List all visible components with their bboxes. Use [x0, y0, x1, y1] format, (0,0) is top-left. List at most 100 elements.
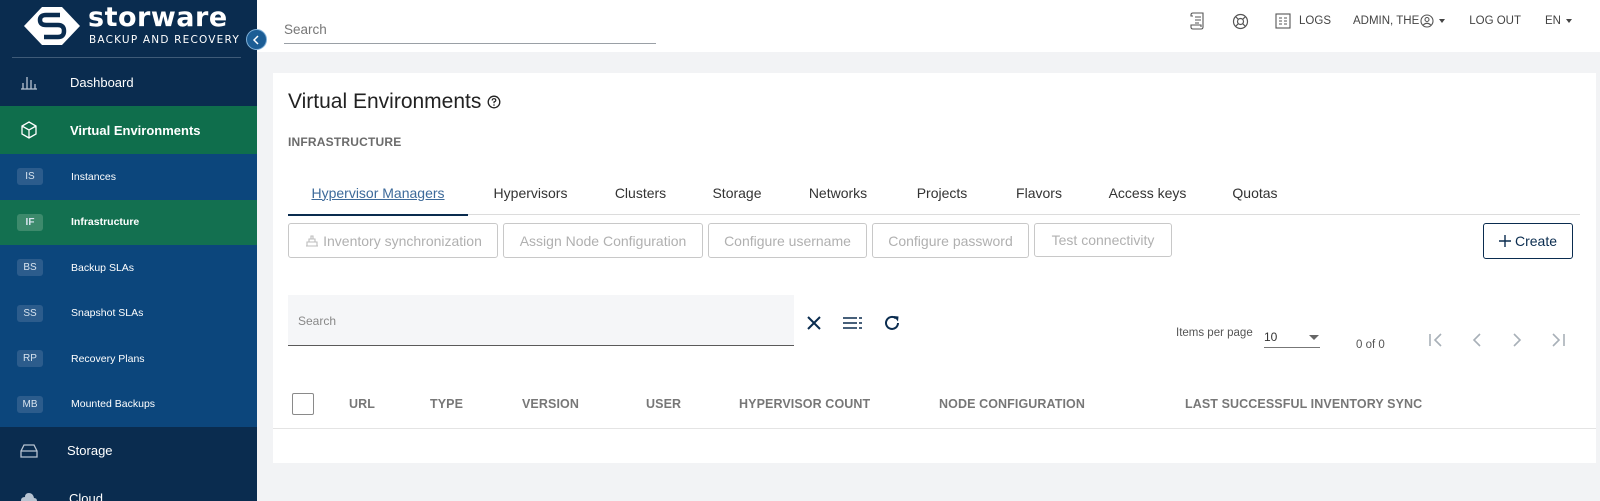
table-header-row: URL TYPE VERSION USER HYPERVISOR COUNT N…	[273, 378, 1596, 429]
first-page-icon[interactable]	[1427, 330, 1447, 350]
table-search-input[interactable]: Search	[288, 295, 794, 346]
next-page-icon[interactable]	[1507, 330, 1527, 350]
sidebar-item-label: Storage	[67, 443, 113, 458]
brand-logo[interactable]: storware BACKUP AND RECOVERY	[0, 0, 257, 58]
language-menu[interactable]: EN	[1545, 15, 1572, 27]
chevron-down-icon	[1566, 19, 1572, 23]
refresh-icon[interactable]	[882, 313, 902, 333]
lifebuoy-icon[interactable]	[1232, 13, 1249, 30]
items-per-page-select[interactable]: 10	[1264, 330, 1320, 348]
sub-item-label: Infrastructure	[71, 216, 140, 229]
sidebar-subitem-instances[interactable]: IS Instances	[0, 154, 257, 200]
logout-label: LOG OUT	[1469, 15, 1522, 27]
tab-clusters[interactable]: Clusters	[593, 170, 688, 215]
scroll-document-icon[interactable]	[1190, 12, 1206, 30]
top-bar: Search LOGS ADMIN, THE LOG OUT EN	[257, 0, 1600, 52]
sub-item-label: Recovery Plans	[71, 352, 145, 365]
sync-icon	[306, 234, 319, 247]
logs-icon	[1275, 13, 1291, 29]
dropdown-arrow-icon	[1309, 335, 1319, 340]
sidebar: storware BACKUP AND RECOVERY Dashboard V…	[0, 0, 257, 501]
tab-quotas[interactable]: Quotas	[1211, 170, 1299, 215]
breadcrumb: INFRASTRUCTURE	[288, 135, 402, 149]
sidebar-item-virtual-environments[interactable]: Virtual Environments	[0, 106, 257, 154]
user-menu[interactable]: ADMIN, THE	[1353, 14, 1446, 28]
tab-access-keys[interactable]: Access keys	[1084, 170, 1211, 215]
sidebar-subitem-mounted-backups[interactable]: MB Mounted Backups	[0, 381, 257, 427]
global-search-input[interactable]: Search	[284, 17, 656, 44]
tab-flavors[interactable]: Flavors	[994, 170, 1084, 215]
page-title-text: Virtual Environments	[288, 90, 482, 113]
hard-drive-icon	[18, 440, 40, 462]
tab-storage[interactable]: Storage	[688, 170, 786, 215]
sidebar-item-label: Dashboard	[70, 74, 134, 90]
sub-item-label: Instances	[71, 170, 116, 183]
language-label: EN	[1545, 15, 1561, 27]
sub-item-abbr: IS	[17, 168, 43, 186]
bar-chart-icon	[18, 71, 40, 93]
items-per-page-value: 10	[1264, 330, 1278, 344]
tab-hypervisors[interactable]: Hypervisors	[468, 170, 593, 215]
logout-link[interactable]: LOG OUT	[1469, 15, 1521, 27]
column-header-version[interactable]: VERSION	[522, 397, 579, 411]
previous-page-icon[interactable]	[1467, 330, 1487, 350]
clear-search-icon[interactable]	[804, 313, 824, 333]
sub-item-abbr: MB	[17, 395, 43, 413]
chevron-left-icon	[252, 34, 259, 45]
cloud-icon	[18, 487, 40, 501]
items-per-page-label: Items per page	[1176, 327, 1253, 339]
sidebar-item-dashboard[interactable]: Dashboard	[0, 58, 257, 106]
column-header-url[interactable]: URL	[349, 397, 375, 411]
column-header-type[interactable]: TYPE	[430, 397, 463, 411]
page-title: Virtual Environments	[288, 90, 501, 114]
user-circle-icon	[1420, 14, 1434, 28]
brand-tagline: BACKUP AND RECOVERY	[89, 34, 240, 46]
sidebar-subitem-infrastructure[interactable]: IF Infrastructure	[0, 199, 257, 245]
main-card: Virtual Environments INFRASTRUCTURE Hype…	[273, 73, 1596, 463]
inventory-sync-button[interactable]: Inventory synchronization	[288, 223, 498, 258]
cube-icon	[18, 119, 40, 141]
column-header-node-configuration[interactable]: NODE CONFIGURATION	[939, 397, 1085, 411]
user-label: ADMIN, THE	[1353, 15, 1420, 27]
create-button[interactable]: Create	[1483, 223, 1573, 259]
tab-networks[interactable]: Networks	[786, 170, 890, 215]
sidebar-item-label: Cloud	[69, 490, 103, 501]
inventory-sync-label: Inventory synchronization	[323, 232, 482, 249]
test-connectivity-button[interactable]: Test connectivity	[1034, 223, 1172, 257]
column-header-user[interactable]: USER	[646, 397, 681, 411]
logs-link[interactable]: LOGS	[1275, 13, 1331, 29]
plus-icon	[1498, 235, 1511, 247]
sub-item-abbr: SS	[17, 304, 43, 322]
sub-item-abbr: BS	[17, 259, 43, 277]
storware-logo-icon	[24, 7, 80, 45]
sub-item-label: Mounted Backups	[71, 398, 156, 411]
sidebar-item-storage[interactable]: Storage	[0, 427, 257, 474]
sidebar-item-cloud[interactable]: Cloud	[0, 474, 257, 501]
pagination-range: 0 of 0	[1356, 339, 1385, 351]
tab-projects[interactable]: Projects	[890, 170, 994, 215]
sub-item-abbr: RP	[17, 350, 43, 368]
select-all-checkbox[interactable]	[292, 393, 314, 415]
column-header-hypervisor-count[interactable]: HYPERVISOR COUNT	[739, 397, 870, 411]
last-page-icon[interactable]	[1547, 330, 1567, 350]
create-label: Create	[1514, 233, 1558, 249]
sidebar-collapse-button[interactable]	[246, 29, 267, 50]
sub-item-label: Backup SLAs	[71, 261, 135, 274]
sidebar-subitem-backup-slas[interactable]: BS Backup SLAs	[0, 245, 257, 291]
assign-node-configuration-button[interactable]: Assign Node Configuration	[503, 223, 703, 258]
sidebar-divider	[12, 57, 241, 58]
sidebar-subitem-recovery-plans[interactable]: RP Recovery Plans	[0, 336, 257, 382]
column-list-icon[interactable]	[843, 313, 863, 333]
chevron-down-icon	[1439, 19, 1446, 23]
tab-bar: Hypervisor Managers Hypervisors Clusters…	[288, 170, 1580, 216]
help-icon[interactable]	[487, 95, 501, 109]
sidebar-item-label: Virtual Environments	[70, 122, 201, 138]
sidebar-subitem-snapshot-slas[interactable]: SS Snapshot SLAs	[0, 290, 257, 336]
sub-item-label: Snapshot SLAs	[71, 307, 144, 320]
configure-username-button[interactable]: Configure username	[708, 223, 867, 258]
tab-hypervisor-managers[interactable]: Hypervisor Managers	[288, 170, 468, 216]
sub-item-abbr: IF	[17, 213, 43, 231]
brand-name: storware	[88, 2, 228, 33]
column-header-last-inventory-sync[interactable]: LAST SUCCESSFUL INVENTORY SYNC	[1185, 397, 1422, 411]
configure-password-button[interactable]: Configure password	[872, 223, 1029, 258]
